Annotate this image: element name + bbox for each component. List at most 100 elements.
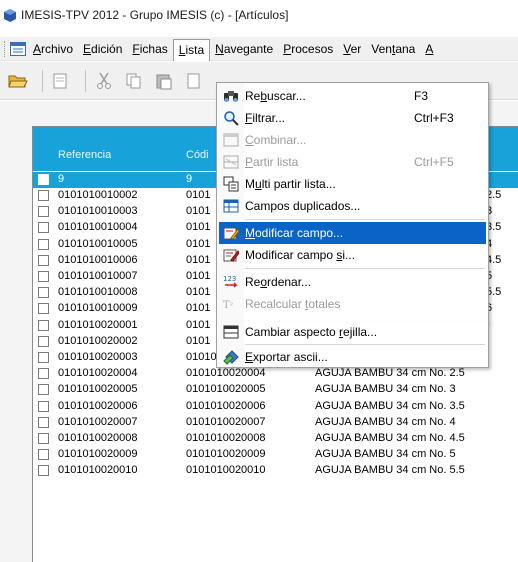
row-checkbox[interactable]: [38, 400, 49, 412]
menu-item-filtrar[interactable]: Filtrar... Ctrl+F3: [219, 107, 486, 129]
paste-button[interactable]: [152, 69, 176, 93]
menu-item-partir-lista[interactable]: Partir lista Ctrl+F5: [219, 151, 486, 173]
row-checkbox[interactable]: [38, 238, 49, 250]
cell-referencia: 0101010020002: [58, 334, 138, 347]
menu-fichas[interactable]: Fichas: [127, 39, 172, 59]
reorder-icon: 123: [223, 274, 239, 290]
menu-ayuda[interactable]: A: [420, 39, 438, 59]
table-row[interactable]: 0101010020009 0101010020009 AGUJA BAMBU 34…: [33, 447, 518, 463]
cell-referencia: 0101010020006: [58, 399, 138, 412]
paste-icon: [156, 74, 172, 89]
toolbar-separator: [42, 69, 43, 92]
window-title: IMESIS-TPV 2012 - Grupo IMESIS (c) - [Ar…: [21, 8, 289, 22]
cell-descripcion: AGUJA BAMBU 34 cm No. 3.5: [315, 399, 465, 412]
cell-referencia: 0101010020005: [58, 383, 138, 396]
table-row[interactable]: 0101010020007 0101010020007 AGUJA BAMBU 34…: [33, 415, 518, 431]
menu-item-recalcular-totales[interactable]: T² Recalcular totales: [219, 293, 486, 315]
table-row[interactable]: 0101010020006 0101010020006 AGUJA BAMBU 34…: [33, 399, 518, 415]
new-record-icon: [53, 73, 67, 88]
cell-referencia: 0101010010009: [58, 302, 138, 315]
open-folder-button[interactable]: [6, 69, 30, 93]
menu-edicion[interactable]: Edición: [78, 39, 127, 59]
row-checkbox[interactable]: [38, 222, 49, 234]
menu-item-campos-duplicados[interactable]: Campos duplicados...: [219, 195, 486, 217]
row-checkbox[interactable]: [38, 303, 49, 315]
cell-codigo: 0101010020004: [186, 367, 266, 380]
row-checkbox[interactable]: [38, 384, 49, 396]
cell-referencia: 0101010020001: [58, 318, 138, 331]
menu-item-rebuscar[interactable]: Rebuscar... F3: [219, 85, 486, 107]
grid-look-icon: [223, 324, 239, 340]
cell-codigo: 0101: [186, 286, 211, 299]
menu-procesos[interactable]: Procesos: [278, 39, 338, 59]
cell-referencia: 0101010020009: [58, 448, 138, 461]
row-checkbox[interactable]: [38, 335, 49, 347]
cell-codigo: 0101: [186, 270, 211, 282]
table-row[interactable]: 0101010020010 0101010020010 AGUJA BAMBU 34…: [33, 463, 518, 479]
shortcut-label: F3: [414, 89, 429, 103]
menu-item-multi-partir-lista[interactable]: Multi partir lista...: [219, 173, 486, 195]
document-icon[interactable]: [10, 41, 26, 56]
menu-item-modificar-campo[interactable]: Modificar campo...: [219, 222, 486, 244]
row-checkbox[interactable]: [38, 190, 49, 201]
menu-ventana[interactable]: Ventana: [366, 39, 420, 59]
row-checkbox[interactable]: [38, 287, 49, 299]
column-header-referencia[interactable]: Referencia: [58, 149, 111, 161]
cell-referencia: 0101010010003: [58, 205, 138, 218]
row-checkbox[interactable]: [38, 352, 49, 363]
cell-codigo: 0101: [186, 253, 211, 266]
cell-descripcion: AGUJA BAMBU 34 cm No. 5: [315, 448, 456, 461]
cell-codigo: 0101010020010: [186, 464, 266, 477]
cell-descripcion: AGUJA BAMBU 34 cm No. 5.5: [315, 464, 465, 477]
toolbar-extra-button[interactable]: [182, 69, 206, 93]
cell-referencia: 9: [58, 173, 65, 185]
menu-item-cambiar-aspecto-rejilla[interactable]: Cambiar aspecto rejilla...: [219, 321, 486, 343]
cell-referencia: 0101010020003: [58, 351, 138, 363]
edit-field-icon: [223, 225, 239, 241]
multi-split-icon: [223, 176, 239, 192]
cell-referencia: 0101010010008: [58, 286, 138, 299]
new-record-button[interactable]: [49, 69, 73, 93]
row-checkbox[interactable]: [38, 449, 49, 461]
cell-descripcion: AGUJA BAMBU 34 cm No. 3: [315, 383, 456, 396]
menu-lista[interactable]: Lista: [172, 38, 211, 61]
menu-item-modificar-campo-si[interactable]: Modificar campo si...: [219, 244, 486, 266]
table-row[interactable]: 0101010020008 0101010020008 AGUJA BAMBU 34…: [33, 431, 518, 447]
menu-item-combinar[interactable]: Combinar...: [219, 129, 486, 151]
cut-button[interactable]: [92, 69, 116, 93]
cell-codigo: 0101: [186, 205, 211, 218]
shortcut-label: Ctrl+F3: [414, 111, 454, 125]
cell-referencia: 0101010010005: [58, 237, 138, 250]
table-row[interactable]: 0101010020004 0101010020004 AGUJA BAMBU 34…: [33, 366, 518, 382]
menu-item-exportar-ascii[interactable]: Exportar ascii...: [219, 346, 486, 368]
row-checkbox[interactable]: [38, 368, 49, 380]
menu-item-reordenar[interactable]: 123 Reordenar...: [219, 271, 486, 293]
table-row[interactable]: 0101010020005 0101010020005 AGUJA BAMBU 34…: [33, 382, 518, 398]
copy-icon: [126, 73, 141, 88]
menu-ver[interactable]: Ver: [338, 39, 366, 59]
menu-archivo[interactable]: Archivo: [28, 39, 78, 59]
row-checkbox[interactable]: [38, 465, 49, 477]
column-header-codigo[interactable]: Códi: [186, 149, 209, 161]
cell-codigo: 0101: [186, 189, 211, 201]
svg-text:123: 123: [223, 275, 236, 283]
cell-referencia: 0101010010002: [58, 189, 138, 201]
row-checkbox[interactable]: [38, 174, 49, 185]
row-checkbox[interactable]: [38, 433, 49, 444]
cell-codigo: 0101: [186, 302, 211, 315]
row-checkbox[interactable]: [38, 319, 49, 331]
cell-referencia: 0101010020007: [58, 415, 138, 428]
toolbar-separator: [85, 69, 86, 92]
row-checkbox[interactable]: [38, 254, 49, 266]
cell-descripcion: AGUJA BAMBU 34 cm No. 4.5: [315, 432, 465, 444]
document-icon: [187, 73, 200, 88]
row-checkbox[interactable]: [38, 416, 49, 428]
menu-navegante[interactable]: Navegante: [210, 39, 278, 59]
menu-bar: Archivo Edición Fichas Lista Navegante P…: [0, 37, 518, 61]
copy-button[interactable]: [122, 69, 146, 93]
row-checkbox[interactable]: [38, 206, 49, 218]
cell-codigo: 0101010020008: [186, 432, 266, 444]
cell-referencia: 0101010020004: [58, 367, 138, 380]
cell-referencia: 0101010020010: [58, 464, 138, 477]
row-checkbox[interactable]: [38, 271, 49, 282]
